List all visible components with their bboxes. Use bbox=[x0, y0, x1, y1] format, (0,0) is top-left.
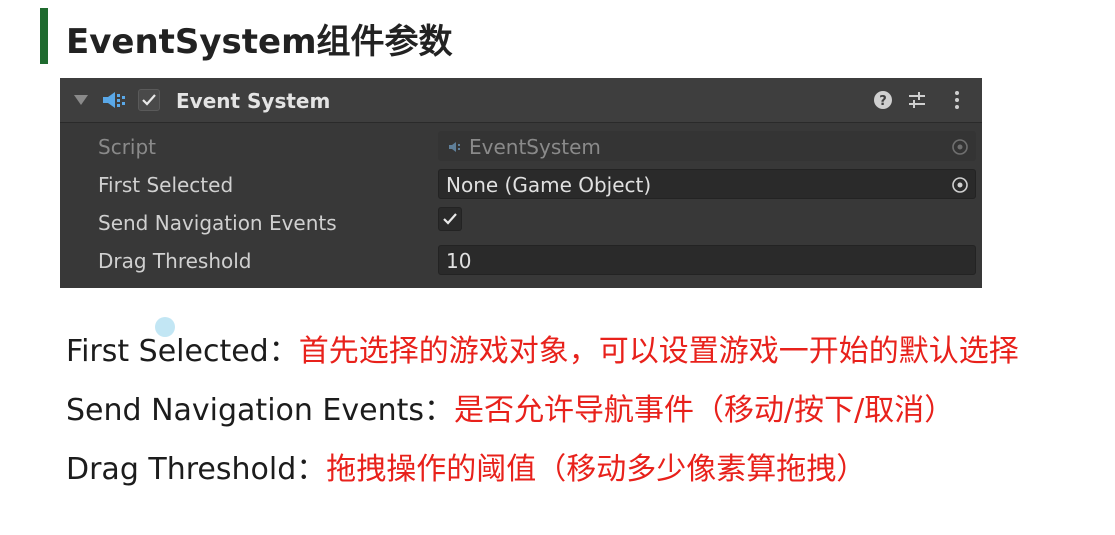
checkmark-icon bbox=[142, 94, 156, 106]
title-accent-bar bbox=[40, 8, 48, 64]
description-term: First Selected bbox=[66, 334, 269, 369]
help-icon[interactable]: ? bbox=[872, 89, 894, 111]
description-separator: ： bbox=[296, 452, 327, 487]
svg-text:?: ? bbox=[879, 94, 887, 109]
send-navigation-events-label: Send Navigation Events bbox=[98, 211, 337, 235]
object-picker-icon[interactable] bbox=[951, 176, 969, 194]
drag-threshold-input[interactable]: 10 bbox=[438, 245, 976, 275]
drag-threshold-label: Drag Threshold bbox=[98, 249, 252, 273]
presets-icon[interactable] bbox=[906, 89, 928, 111]
first-selected-label: First Selected bbox=[98, 173, 234, 197]
first-selected-field[interactable]: None (Game Object) bbox=[438, 169, 976, 199]
object-picker-icon bbox=[952, 139, 968, 155]
description-text: 拖拽操作的阈值（移动多少像素算拖拽） bbox=[326, 452, 867, 487]
send-navigation-events-checkbox[interactable] bbox=[438, 207, 462, 231]
drag-threshold-value: 10 bbox=[446, 249, 472, 273]
kebab-menu-icon[interactable] bbox=[946, 89, 968, 111]
description-term: Drag Threshold bbox=[66, 452, 297, 487]
inspector-panel: Event System ? Script EventSystem First … bbox=[60, 78, 982, 288]
description-line: Drag Threshold：拖拽操作的阈值（移动多少像素算拖拽） bbox=[66, 444, 866, 488]
description-text: 首先选择的游戏对象，可以设置游戏一开始的默认选择 bbox=[298, 334, 1019, 369]
description-line: First Selected：首先选择的游戏对象，可以设置游戏一开始的默认选择 bbox=[66, 326, 1019, 370]
script-field: EventSystem bbox=[438, 131, 976, 161]
description-line: Send Navigation Events：是否允许导航事件（移动/按下/取消… bbox=[66, 385, 954, 429]
script-label: Script bbox=[98, 135, 157, 159]
script-value: EventSystem bbox=[469, 135, 601, 159]
event-system-icon bbox=[103, 92, 125, 108]
first-selected-value: None (Game Object) bbox=[446, 173, 652, 197]
slide-title: EventSystem组件参数 bbox=[66, 22, 453, 62]
description-term: Send Navigation Events bbox=[66, 393, 425, 428]
component-name: Event System bbox=[176, 89, 331, 113]
foldout-arrow-icon[interactable] bbox=[74, 95, 88, 105]
description-text: 是否允许导航事件（移动/按下/取消） bbox=[454, 393, 955, 428]
component-enabled-checkbox[interactable] bbox=[138, 89, 160, 111]
description-separator: ： bbox=[268, 334, 299, 369]
description-separator: ： bbox=[424, 393, 455, 428]
checkmark-icon bbox=[443, 213, 457, 225]
script-icon bbox=[449, 142, 460, 152]
component-header[interactable]: Event System ? bbox=[60, 78, 982, 123]
